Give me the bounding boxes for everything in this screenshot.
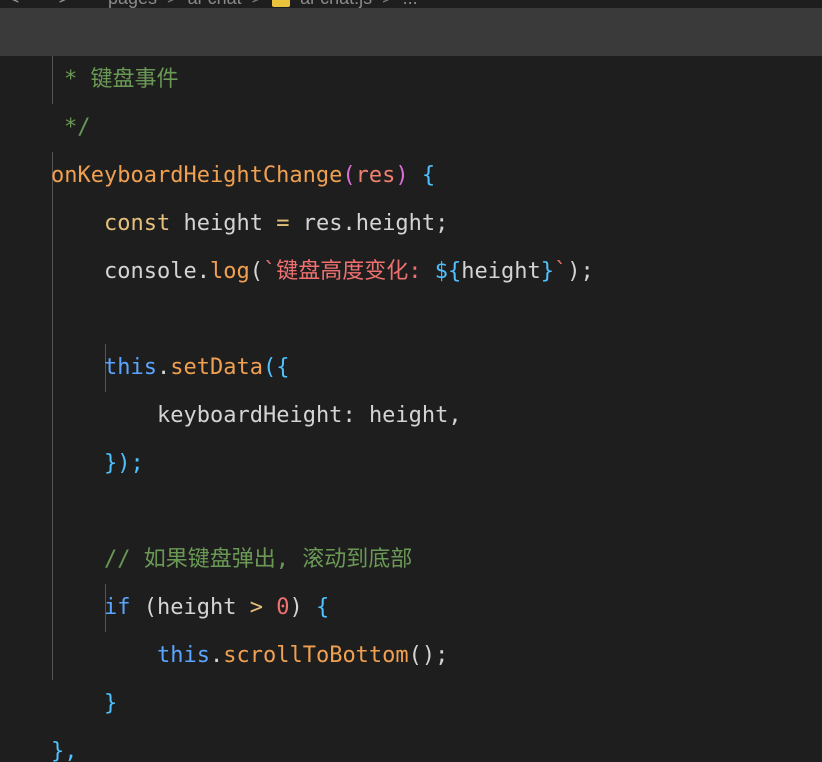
- code-line[interactable]: this.setData({: [0, 296, 822, 380]
- code-editor[interactable]: < > pages > ai-chat > ai-chat.js > ... *…: [0, 0, 822, 762]
- console-object: console.: [104, 259, 210, 284]
- template-var: height: [461, 259, 541, 284]
- call-close: });: [104, 451, 144, 476]
- paren-open: (: [249, 259, 263, 284]
- code-line[interactable]: onKeyboardHeightChange(res) {: [0, 104, 822, 188]
- call-close: );: [567, 259, 594, 284]
- code-line[interactable]: keyboardHeight: height,: [0, 344, 822, 428]
- javascript-file-icon: [272, 0, 291, 7]
- log-method: log: [209, 259, 250, 284]
- code-line[interactable]: },: [0, 680, 822, 762]
- template-end: `: [553, 259, 568, 284]
- code-line[interactable]: });: [0, 392, 822, 476]
- code-line[interactable]: }: [0, 632, 822, 716]
- template-interp-open: ${: [434, 259, 462, 284]
- code-line[interactable]: console.log(`键盘高度变化: ${height}`);: [0, 200, 822, 284]
- code-line[interactable]: const height = res.height;: [0, 152, 822, 236]
- code-line[interactable]: */: [0, 56, 822, 140]
- code-line[interactable]: // 如果键盘弹出, 滚动到底部: [0, 488, 822, 572]
- code-line[interactable]: * 键盘事件: [0, 8, 822, 92]
- code-line[interactable]: this.scrollToBottom();: [0, 584, 822, 668]
- code-line[interactable]: if (height > 0) {: [0, 536, 822, 620]
- template-string: `键盘高度变化:: [262, 259, 435, 284]
- template-interp-close: }: [540, 259, 554, 284]
- brace-close: },: [51, 739, 78, 762]
